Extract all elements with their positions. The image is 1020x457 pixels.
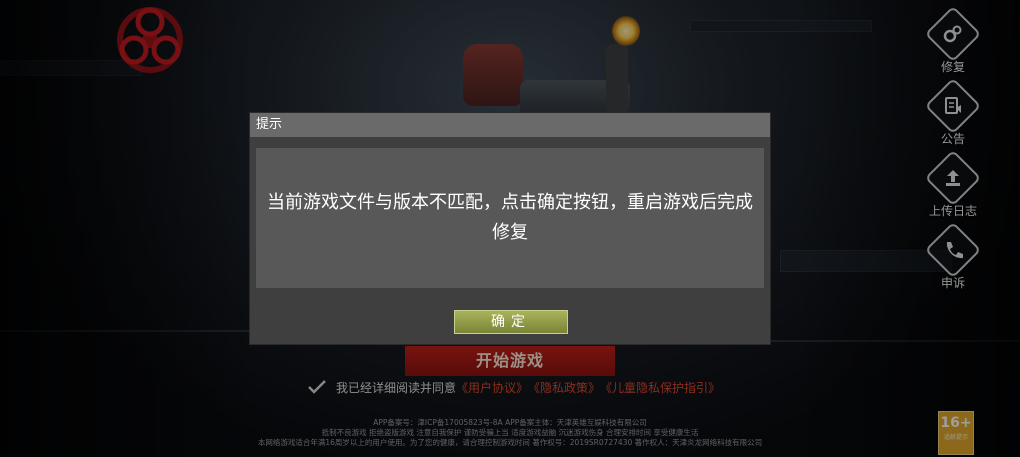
dialog-message: 当前游戏文件与版本不匹配，点击确定按钮，重启游戏后完成修复: [267, 192, 753, 243]
dialog-title: 提示: [250, 113, 770, 137]
prompt-dialog: 提示 当前游戏文件与版本不匹配，点击确定按钮，重启游戏后完成修复 确定: [250, 113, 770, 344]
confirm-button[interactable]: 确定: [454, 310, 568, 334]
dialog-body: 当前游戏文件与版本不匹配，点击确定按钮，重启游戏后完成修复: [256, 148, 764, 288]
